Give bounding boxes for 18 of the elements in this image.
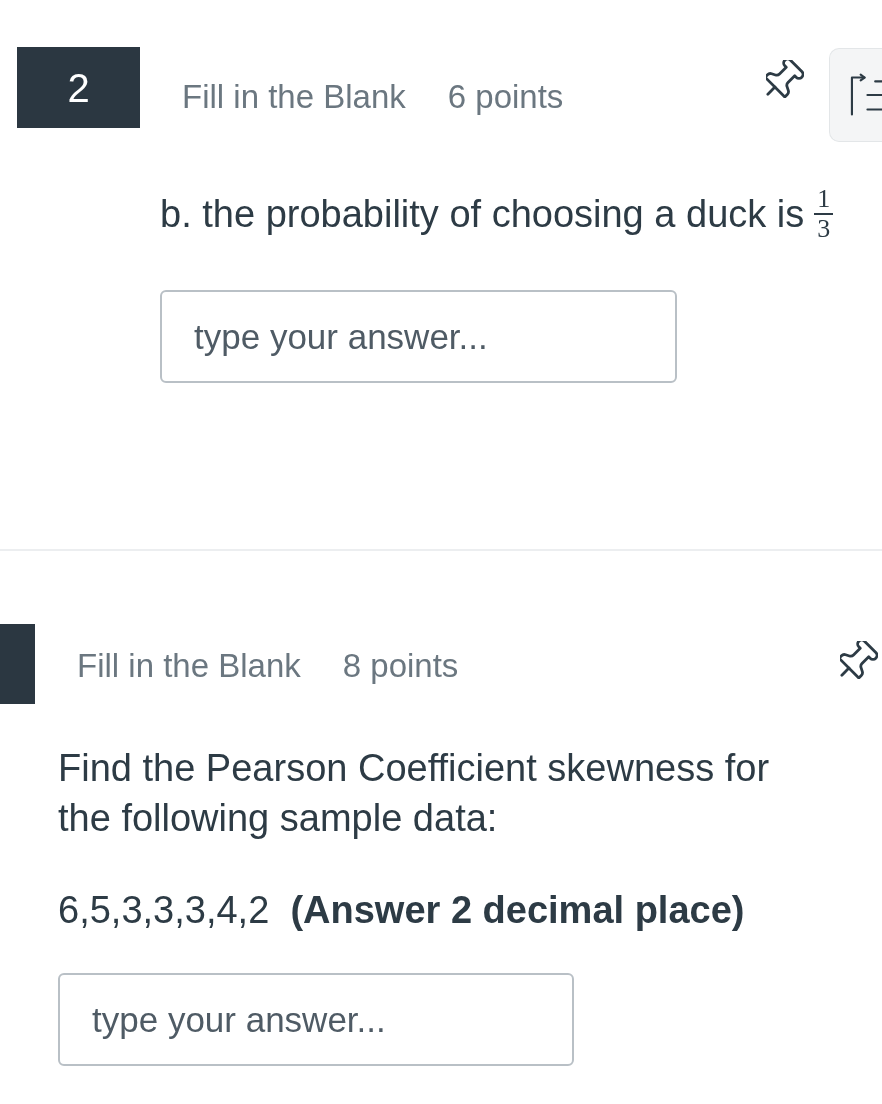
question-type: Fill in the Blank <box>77 646 301 686</box>
question-text: Find the Pearson Coefficient skewness for the following sample data: <box>58 746 771 841</box>
question-number-badge: 2 <box>17 47 140 128</box>
question-points: 8 points <box>342 646 459 686</box>
question-text: 6,5,3,3,3,4,2 (Answer 2 decimal place) <box>58 888 746 933</box>
pin-button[interactable] <box>766 60 804 98</box>
answer-input[interactable]: type your answer... <box>58 973 574 1066</box>
panel-toggle-button[interactable] <box>829 48 882 142</box>
pin-icon <box>766 60 804 98</box>
question-points: 6 points <box>447 77 564 117</box>
pin-icon <box>840 641 878 679</box>
answer-input[interactable]: type your answer... <box>160 290 677 383</box>
pin-button[interactable] <box>840 641 878 679</box>
fraction-numerator: 1 <box>814 185 834 215</box>
indent-list-icon <box>850 73 882 117</box>
fraction-denominator: 3 <box>816 215 832 243</box>
question-type: Fill in the Blank <box>182 77 406 117</box>
question-text: b. the probability of choosing a duck is <box>160 193 805 235</box>
